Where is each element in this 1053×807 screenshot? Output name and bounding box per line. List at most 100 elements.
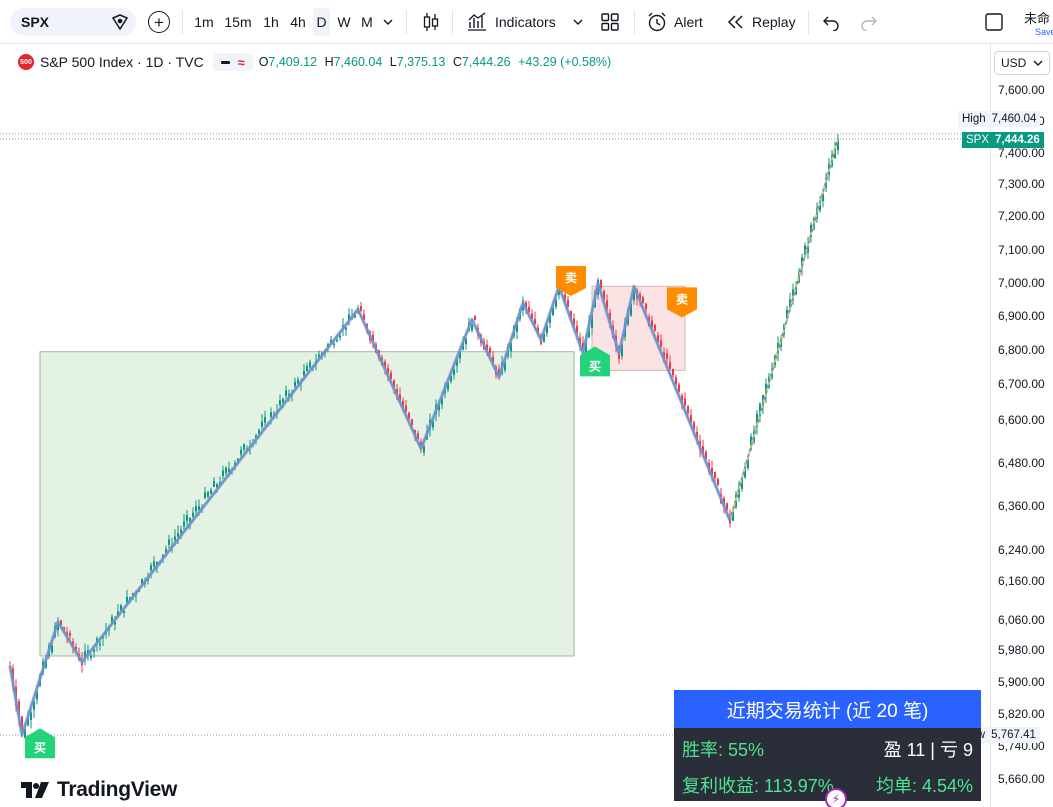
y-tick-label: 7,100.00 <box>998 243 1045 257</box>
y-tick-label: 7,300.00 <box>998 177 1045 191</box>
win-rate: 胜率: 55% <box>682 740 765 760</box>
high-price-tag: High 7,460.04 <box>958 110 1041 127</box>
y-tick-label: 7,200.00 <box>998 209 1045 223</box>
candle-body <box>645 303 647 309</box>
chevron-down-icon <box>573 19 583 25</box>
timeframe-1h[interactable]: 1h <box>259 8 283 36</box>
candle-body <box>270 412 272 417</box>
replay-label: Replay <box>752 14 796 30</box>
timeframe-4h[interactable]: 4h <box>286 8 310 36</box>
candle-body <box>294 381 296 387</box>
currency-select[interactable]: USD <box>994 51 1050 75</box>
candle-body <box>69 632 71 636</box>
sell-marker-label: 卖 <box>565 270 577 285</box>
candle-body <box>195 506 197 512</box>
timeframe-w[interactable]: W <box>334 8 354 36</box>
y-tick-label: 5,660.00 <box>998 772 1045 786</box>
divider <box>452 10 453 34</box>
replay-button[interactable]: Replay <box>726 8 796 36</box>
chart-legend: 500 S&P 500 Index · 1D · TVC ≈ O7,409.12… <box>18 52 615 72</box>
legend-title[interactable]: S&P 500 Index · 1D · TVC <box>40 54 204 70</box>
y-tick-label: 7,600.00 <box>998 83 1045 97</box>
layout-title: 未命 <box>1024 11 1051 26</box>
close-value: 7,444.26 <box>461 55 511 69</box>
symbol-search[interactable]: SPX <box>10 8 136 36</box>
candle-body <box>285 390 287 397</box>
layout-name[interactable]: 未命 Save <box>1024 8 1053 37</box>
candle-body <box>99 643 101 646</box>
plus-icon: + <box>148 11 170 33</box>
chevron-down-icon <box>1033 60 1043 66</box>
candle <box>345 327 347 336</box>
candle <box>474 315 476 321</box>
top-toolbar: SPX + 1m 15m 1h 4h D W M Indicators Aler… <box>0 0 1053 44</box>
y-tick-label: 6,900.00 <box>998 309 1045 323</box>
rewind-icon <box>727 15 743 29</box>
candle-body <box>336 339 338 342</box>
indicators-icon <box>468 12 486 31</box>
chevron-down-icon <box>383 19 393 25</box>
candle-body <box>264 417 266 423</box>
candle-body <box>207 492 209 497</box>
timeframe-dropdown[interactable] <box>382 8 394 36</box>
tradingview-wordmark: TradingView <box>57 778 178 801</box>
buy-marker-label: 买 <box>34 741 46 755</box>
candle-body <box>225 467 227 473</box>
redo-icon <box>861 16 877 31</box>
divider <box>406 10 407 34</box>
timeframe-m[interactable]: M <box>358 8 376 36</box>
alert-button[interactable]: Alert <box>646 8 703 36</box>
timeframe-15m[interactable]: 15m <box>221 8 255 36</box>
y-tick-label: 5,820.00 <box>998 707 1045 721</box>
ohlc-values: O7,409.12 H7,460.04 L7,375.13 C7,444.26 … <box>258 55 612 69</box>
candle-body <box>213 481 215 487</box>
y-tick-label: 6,160.00 <box>998 574 1045 588</box>
high-value: 7,460.04 <box>333 55 383 69</box>
legend-toggle[interactable]: ≈ <box>212 53 253 71</box>
open-value: 7,409.12 <box>268 55 318 69</box>
add-symbol-button[interactable]: + <box>148 8 170 36</box>
timeframe-d[interactable]: D <box>313 8 330 36</box>
buy-signal: 买 <box>25 728 55 759</box>
candle-body <box>714 471 716 478</box>
layouts-button[interactable] <box>600 8 620 36</box>
tv-logo-icon <box>21 782 49 798</box>
approx-icon: ≈ <box>237 54 245 70</box>
divider <box>634 10 635 34</box>
symbol-search-icon[interactable] <box>110 12 130 32</box>
y-tick-label: 5,900.00 <box>998 675 1045 689</box>
candle-body <box>672 368 674 376</box>
candle-body <box>660 340 662 347</box>
candle-body <box>222 470 224 476</box>
y-tick-label: 6,700.00 <box>998 377 1045 391</box>
y-tick-label: 6,060.00 <box>998 613 1045 627</box>
y-tick-label: 6,600.00 <box>998 413 1045 427</box>
y-tick-label: 6,360.00 <box>998 499 1045 513</box>
candles-icon <box>423 13 439 31</box>
redo-button[interactable] <box>860 8 878 36</box>
candle-body <box>474 315 476 321</box>
chart-type-button[interactable] <box>420 8 442 36</box>
change-value: +43.29 (+0.58%) <box>518 55 612 69</box>
y-tick-label: 6,240.00 <box>998 543 1045 557</box>
lightning-icon[interactable]: ⚡ <box>825 788 847 807</box>
candle-body <box>204 492 206 498</box>
grid-icon <box>601 13 619 31</box>
y-tick-label: 5,980.00 <box>998 643 1045 657</box>
y-tick-label: 6,800.00 <box>998 343 1045 357</box>
candle-body <box>717 479 719 485</box>
candle-body <box>210 490 212 495</box>
save-status: Save <box>1035 27 1053 37</box>
divider <box>182 10 183 34</box>
symbol-name: SPX <box>21 14 50 30</box>
low-value: 7,375.13 <box>396 55 446 69</box>
last-price-tag: SPX 7,444.26 <box>962 131 1044 148</box>
timeframe-1m[interactable]: 1m <box>190 8 218 36</box>
fullscreen-button[interactable] <box>984 8 1004 36</box>
average-trade: 均单: 4.54% <box>875 776 973 796</box>
tradingview-logo[interactable]: TradingView <box>21 778 177 802</box>
square-icon <box>985 13 1003 31</box>
indicators-button[interactable]: Indicators <box>466 8 556 36</box>
indicators-dropdown[interactable] <box>572 8 584 36</box>
undo-button[interactable] <box>822 8 840 36</box>
